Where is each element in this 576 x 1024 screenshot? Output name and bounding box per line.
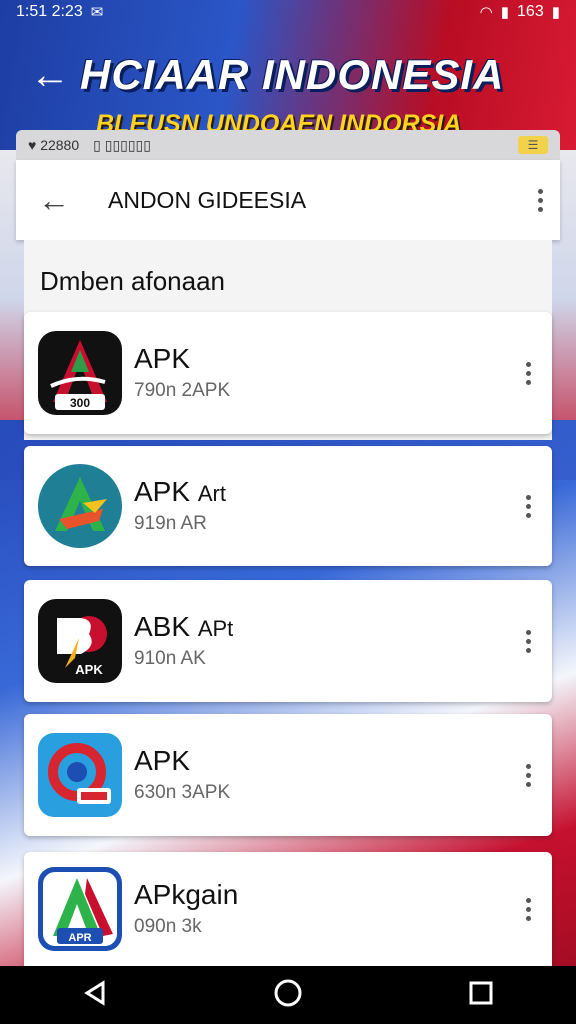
- icon5-label: APR: [68, 932, 91, 944]
- app-meta: 090n 3k: [134, 916, 202, 938]
- status-time: 1:51 2:23: [16, 3, 83, 20]
- menu-icon[interactable]: ☰: [518, 136, 548, 154]
- app-meta: 910n AK: [134, 648, 206, 670]
- notification-icon: ✉: [90, 4, 104, 21]
- item-more-options-icon[interactable]: [508, 897, 548, 921]
- icon1-label: 300: [70, 396, 90, 410]
- more-options-icon[interactable]: [520, 188, 560, 212]
- nav-home-icon[interactable]: [272, 977, 304, 1014]
- hero-back-arrow-icon[interactable]: ←: [30, 55, 80, 95]
- nav-recents-icon[interactable]: [467, 979, 495, 1012]
- app-name: APK: [134, 744, 191, 776]
- app-name: APK: [134, 475, 191, 507]
- item-more-options-icon[interactable]: [508, 494, 548, 518]
- app-name-suffix: APt: [197, 615, 234, 641]
- app-meta: 630n 3APK: [134, 782, 231, 804]
- app-name: APK: [134, 342, 191, 374]
- apk-flag-a-icon: APR: [36, 865, 124, 953]
- apk-blue-g-icon: [36, 731, 124, 819]
- mini-status-bar: ♥ 22880 ▯ ▯▯▯▯▯▯ ☰: [16, 130, 560, 160]
- wifi-icon: ◠: [479, 4, 493, 21]
- app-name-suffix: Art: [197, 480, 226, 506]
- app-meta: 790n 2APK: [134, 380, 231, 402]
- apk-black-b-icon: APK: [36, 597, 124, 685]
- apk-red-a-icon: 300: [36, 329, 124, 417]
- status-bar: 1:51 2:23 ✉ ◠ ▮ 163 ▮: [0, 0, 576, 24]
- app-name: APkgain: [134, 878, 239, 910]
- mini-left-text: ♥ 22880: [28, 137, 80, 153]
- app-name: ABK: [134, 610, 191, 642]
- app-meta: 919n AR: [134, 513, 207, 535]
- battery-icon: ▮: [551, 4, 560, 21]
- app-bar: ← ANDON GIDEESIA: [16, 160, 560, 240]
- list-item[interactable]: APK 630n 3APK: [24, 714, 552, 836]
- list-item[interactable]: APR APkgain 090n 3k: [24, 852, 552, 966]
- back-arrow-icon[interactable]: ←: [16, 182, 98, 219]
- app-bar-title: ANDON GIDEESIA: [108, 186, 307, 213]
- list-item[interactable]: APK Art 919n AR: [24, 446, 552, 566]
- icon3-label: APK: [75, 662, 103, 677]
- nav-back-icon[interactable]: [81, 979, 109, 1012]
- item-more-options-icon[interactable]: [508, 763, 548, 787]
- item-more-options-icon[interactable]: [508, 629, 548, 653]
- hero-title: HCIAAR INDONESIA: [80, 51, 505, 98]
- apk-teal-a-icon: [36, 462, 124, 550]
- item-more-options-icon[interactable]: [508, 361, 548, 385]
- signal-icon: ▮: [500, 4, 510, 21]
- navigation-bar: [0, 966, 576, 1024]
- battery-text: 163: [517, 3, 544, 20]
- mini-mid-text: ▯ ▯▯▯▯▯▯: [93, 136, 151, 153]
- section-title: Dmben afonaan: [40, 266, 226, 296]
- list-item[interactable]: APK ABK APt 910n AK: [24, 580, 552, 702]
- hero-header: ← HCIAAR INDONESIA: [0, 40, 576, 110]
- list-item[interactable]: 300 APK 790n 2APK: [24, 312, 552, 434]
